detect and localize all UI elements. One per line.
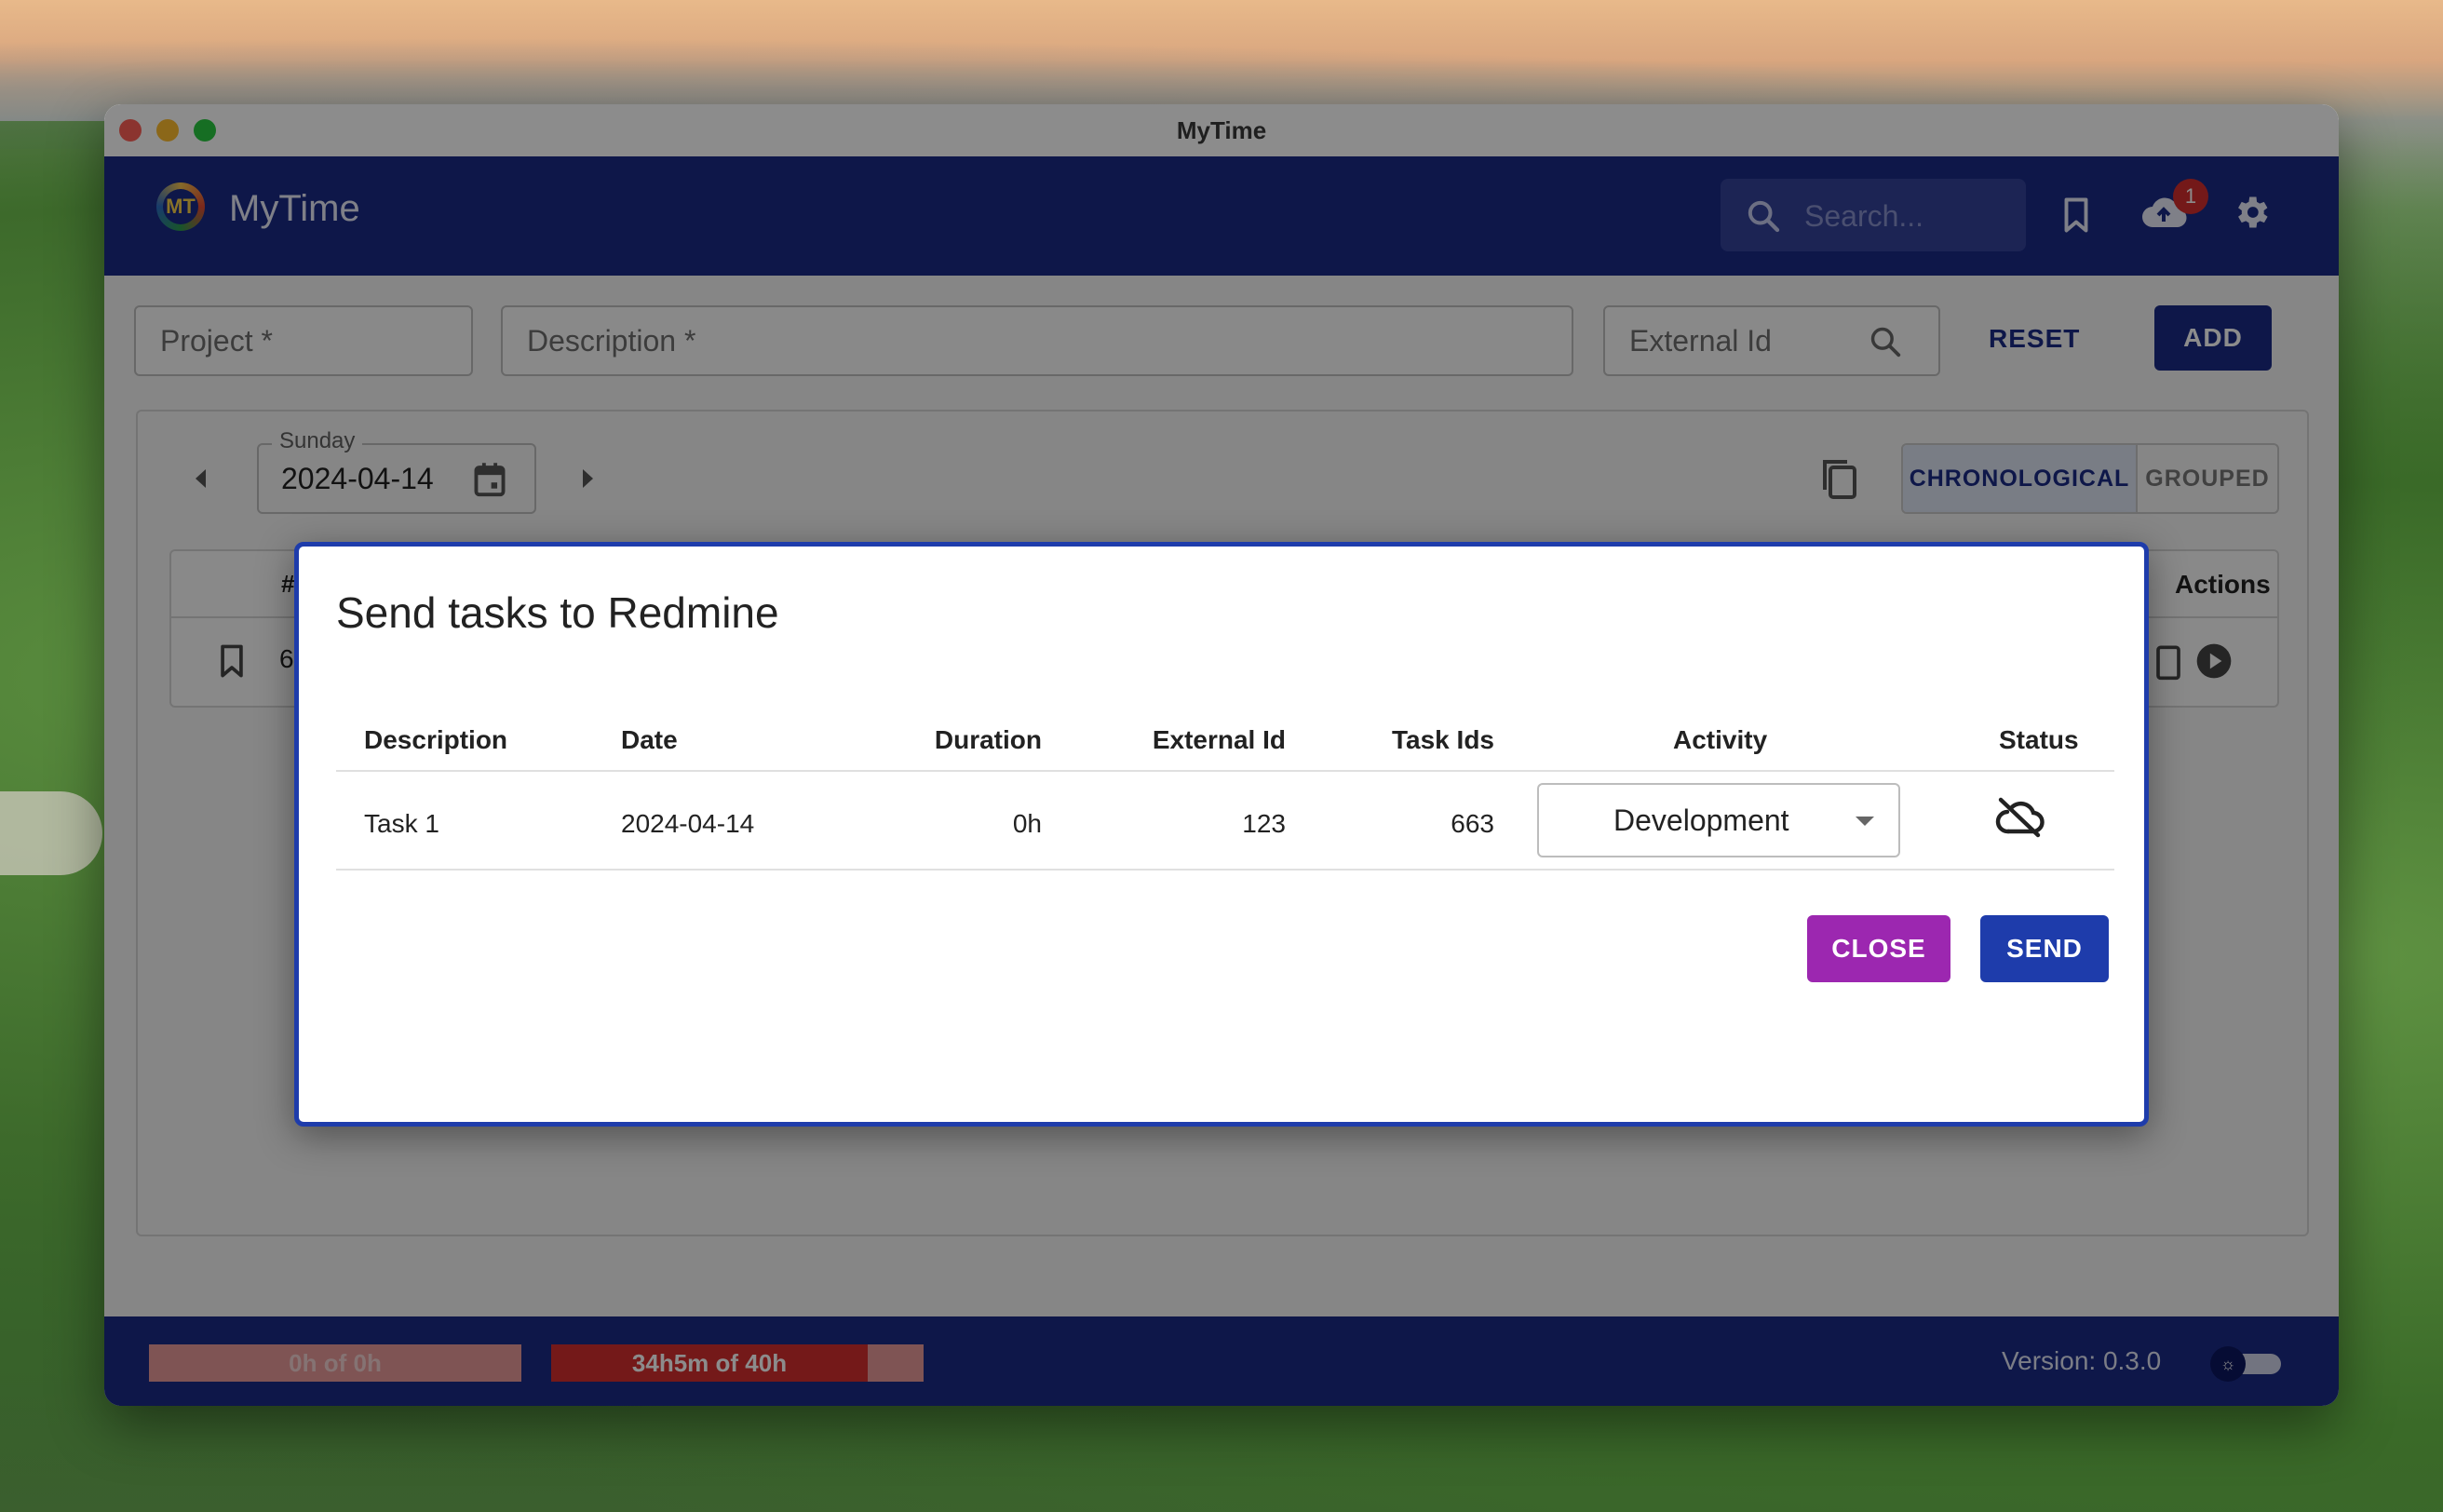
dialog-title: Send tasks to Redmine [336,588,779,637]
chevron-down-icon [1856,817,1874,826]
row-date: 2024-04-14 [621,809,755,838]
row-task-ids: 663 [1451,809,1494,838]
row-external-id: 123 [1242,809,1286,838]
cloud-off-icon [1995,797,2045,838]
activity-select-value: Development [1613,803,1789,837]
row-duration: 0h [1012,809,1042,838]
app-window: MyTime MT MyTime 1 Project * [104,104,2339,1406]
col-date: Date [621,725,678,754]
send-button[interactable]: SEND [1980,915,2109,982]
close-button[interactable]: CLOSE [1807,915,1950,982]
header-divider [336,770,2114,772]
col-external-id: External Id [1152,725,1286,754]
row-description: Task 1 [364,809,439,838]
col-status: Status [1999,725,2079,754]
row-divider [336,869,2114,871]
background-lake [0,791,102,875]
col-task-ids: Task Ids [1392,725,1494,754]
send-to-redmine-dialog: Send tasks to Redmine Description Date D… [294,542,2149,1127]
col-description: Description [364,725,508,754]
activity-select[interactable]: Development [1537,783,1900,857]
col-activity: Activity [1673,725,1768,754]
col-duration: Duration [934,725,1042,754]
